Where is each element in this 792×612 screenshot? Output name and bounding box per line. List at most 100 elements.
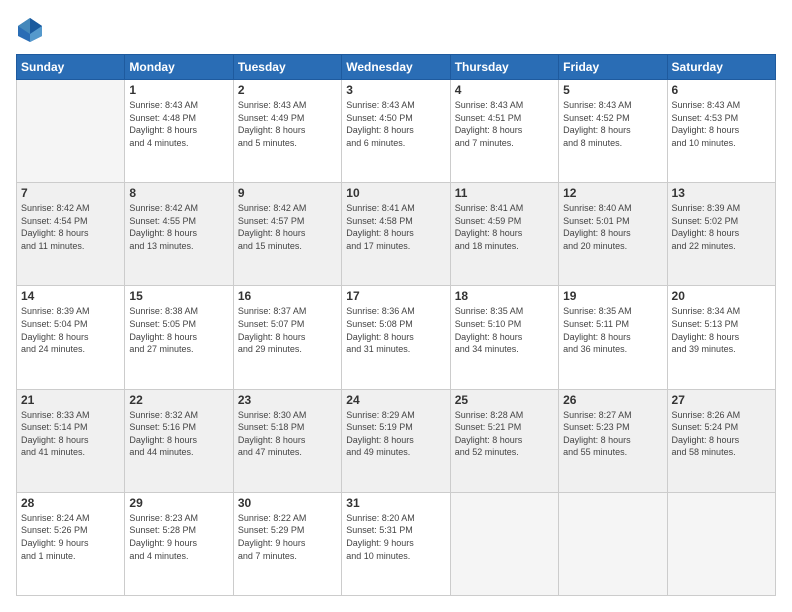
day-info: Sunrise: 8:43 AM Sunset: 4:49 PM Dayligh… [238, 99, 337, 149]
calendar-cell: 9Sunrise: 8:42 AM Sunset: 4:57 PM Daylig… [233, 183, 341, 286]
day-number: 2 [238, 83, 337, 97]
calendar-cell: 17Sunrise: 8:36 AM Sunset: 5:08 PM Dayli… [342, 286, 450, 389]
day-number: 23 [238, 393, 337, 407]
column-header-thursday: Thursday [450, 55, 558, 80]
calendar-cell: 6 Sunrise: 8:43 AM Sunset: 4:53 PM Daylig… [667, 80, 775, 183]
day-number: 19 [563, 289, 662, 303]
day-number: 15 [129, 289, 228, 303]
day-number: 31 [346, 496, 445, 510]
day-info: Sunrise: 8:23 AM Sunset: 5:28 PM Dayligh… [129, 512, 228, 562]
day-info: Sunrise: 8:43 AM Sunset: 4:53 PM Dayligh… [672, 99, 771, 149]
calendar-cell: 21 Sunrise: 8:33 AM Sunset: 5:14 PM Dayli… [17, 389, 125, 492]
day-info: Sunrise: 8:41 AM Sunset: 4:58 PM Dayligh… [346, 202, 445, 252]
day-number: 16 [238, 289, 337, 303]
day-number: 18 [455, 289, 554, 303]
day-number: 25 [455, 393, 554, 407]
calendar-cell: 14 Sunrise: 8:39 AM Sunset: 5:04 PM Dayli… [17, 286, 125, 389]
day-info: Sunrise: 8:42 AM Sunset: 4:57 PM Dayligh… [238, 202, 337, 252]
day-number: 5 [563, 83, 662, 97]
calendar-cell: 18 Sunrise: 8:35 AM Sunset: 5:10 PM Dayli… [450, 286, 558, 389]
day-info: Sunrise: 8:43 AM Sunset: 4:52 PM Dayligh… [563, 99, 662, 149]
day-info: Sunrise: 8:24 AM Sunset: 5:26 PM Dayligh… [21, 512, 120, 562]
calendar-cell: 30 Sunrise: 8:22 AM Sunset: 5:29 PM Dayli… [233, 492, 341, 595]
day-info: Sunrise: 8:41 AM Sunset: 4:59 PM Dayligh… [455, 202, 554, 252]
column-header-wednesday: Wednesday [342, 55, 450, 80]
calendar-cell: 25Sunrise: 8:28 AM Sunset: 5:21 PM Dayli… [450, 389, 558, 492]
calendar-cell: 23 Sunrise: 8:30 AM Sunset: 5:18 PM Dayli… [233, 389, 341, 492]
calendar-cell: 29 Sunrise: 8:23 AM Sunset: 5:28 PM Dayli… [125, 492, 233, 595]
day-info: Sunrise: 8:33 AM Sunset: 5:14 PM Dayligh… [21, 409, 120, 459]
calendar-week-row: 1 Sunrise: 8:43 AM Sunset: 4:48 PM Daylig… [17, 80, 776, 183]
calendar-cell [17, 80, 125, 183]
calendar-cell: 31 Sunrise: 8:20 AM Sunset: 5:31 PM Dayli… [342, 492, 450, 595]
day-info: Sunrise: 8:27 AM Sunset: 5:23 PM Dayligh… [563, 409, 662, 459]
calendar-week-row: 14 Sunrise: 8:39 AM Sunset: 5:04 PM Dayli… [17, 286, 776, 389]
day-info: Sunrise: 8:20 AM Sunset: 5:31 PM Dayligh… [346, 512, 445, 562]
day-info: Sunrise: 8:38 AM Sunset: 5:05 PM Dayligh… [129, 305, 228, 355]
calendar-cell: 11 Sunrise: 8:41 AM Sunset: 4:59 PM Dayli… [450, 183, 558, 286]
day-info: Sunrise: 8:39 AM Sunset: 5:04 PM Dayligh… [21, 305, 120, 355]
calendar-cell: 12 Sunrise: 8:40 AM Sunset: 5:01 PM Dayli… [559, 183, 667, 286]
column-header-monday: Monday [125, 55, 233, 80]
column-header-friday: Friday [559, 55, 667, 80]
calendar-cell [667, 492, 775, 595]
calendar-cell: 5 Sunrise: 8:43 AM Sunset: 4:52 PM Daylig… [559, 80, 667, 183]
logo-icon [16, 16, 44, 44]
day-info: Sunrise: 8:43 AM Sunset: 4:48 PM Dayligh… [129, 99, 228, 149]
calendar-cell: 7 Sunrise: 8:42 AM Sunset: 4:54 PM Daylig… [17, 183, 125, 286]
day-info: Sunrise: 8:42 AM Sunset: 4:55 PM Dayligh… [129, 202, 228, 252]
calendar-cell: 27Sunrise: 8:26 AM Sunset: 5:24 PM Dayli… [667, 389, 775, 492]
calendar-cell: 20 Sunrise: 8:34 AM Sunset: 5:13 PM Dayli… [667, 286, 775, 389]
calendar-cell: 16 Sunrise: 8:37 AM Sunset: 5:07 PM Dayli… [233, 286, 341, 389]
day-info: Sunrise: 8:22 AM Sunset: 5:29 PM Dayligh… [238, 512, 337, 562]
day-info: Sunrise: 8:32 AM Sunset: 5:16 PM Dayligh… [129, 409, 228, 459]
day-number: 29 [129, 496, 228, 510]
day-number: 12 [563, 186, 662, 200]
day-number: 11 [455, 186, 554, 200]
day-number: 10 [346, 186, 445, 200]
day-number: 20 [672, 289, 771, 303]
calendar-cell: 28Sunrise: 8:24 AM Sunset: 5:26 PM Dayli… [17, 492, 125, 595]
day-info: Sunrise: 8:29 AM Sunset: 5:19 PM Dayligh… [346, 409, 445, 459]
day-number: 30 [238, 496, 337, 510]
day-info: Sunrise: 8:43 AM Sunset: 4:50 PM Dayligh… [346, 99, 445, 149]
calendar-cell: 3Sunrise: 8:43 AM Sunset: 4:50 PM Daylig… [342, 80, 450, 183]
calendar-table: SundayMondayTuesdayWednesdayThursdayFrid… [16, 54, 776, 596]
calendar-week-row: 28Sunrise: 8:24 AM Sunset: 5:26 PM Dayli… [17, 492, 776, 595]
calendar-cell: 2 Sunrise: 8:43 AM Sunset: 4:49 PM Daylig… [233, 80, 341, 183]
day-number: 21 [21, 393, 120, 407]
day-info: Sunrise: 8:30 AM Sunset: 5:18 PM Dayligh… [238, 409, 337, 459]
calendar-cell: 15 Sunrise: 8:38 AM Sunset: 5:05 PM Dayli… [125, 286, 233, 389]
calendar-week-row: 7 Sunrise: 8:42 AM Sunset: 4:54 PM Daylig… [17, 183, 776, 286]
day-number: 7 [21, 186, 120, 200]
calendar-week-row: 21 Sunrise: 8:33 AM Sunset: 5:14 PM Dayli… [17, 389, 776, 492]
column-header-sunday: Sunday [17, 55, 125, 80]
day-number: 27 [672, 393, 771, 407]
column-header-saturday: Saturday [667, 55, 775, 80]
calendar-cell: 19 Sunrise: 8:35 AM Sunset: 5:11 PM Dayli… [559, 286, 667, 389]
day-number: 1 [129, 83, 228, 97]
day-number: 17 [346, 289, 445, 303]
day-number: 22 [129, 393, 228, 407]
calendar-cell: 10 Sunrise: 8:41 AM Sunset: 4:58 PM Dayli… [342, 183, 450, 286]
calendar-cell [450, 492, 558, 595]
day-number: 14 [21, 289, 120, 303]
day-number: 8 [129, 186, 228, 200]
day-info: Sunrise: 8:40 AM Sunset: 5:01 PM Dayligh… [563, 202, 662, 252]
day-info: Sunrise: 8:39 AM Sunset: 5:02 PM Dayligh… [672, 202, 771, 252]
page: SundayMondayTuesdayWednesdayThursdayFrid… [0, 0, 792, 612]
calendar-cell [559, 492, 667, 595]
day-number: 24 [346, 393, 445, 407]
day-info: Sunrise: 8:34 AM Sunset: 5:13 PM Dayligh… [672, 305, 771, 355]
day-info: Sunrise: 8:35 AM Sunset: 5:11 PM Dayligh… [563, 305, 662, 355]
day-info: Sunrise: 8:42 AM Sunset: 4:54 PM Dayligh… [21, 202, 120, 252]
header [16, 16, 776, 44]
calendar-header-row: SundayMondayTuesdayWednesdayThursdayFrid… [17, 55, 776, 80]
calendar-cell: 8 Sunrise: 8:42 AM Sunset: 4:55 PM Daylig… [125, 183, 233, 286]
day-info: Sunrise: 8:35 AM Sunset: 5:10 PM Dayligh… [455, 305, 554, 355]
calendar-cell: 22 Sunrise: 8:32 AM Sunset: 5:16 PM Dayli… [125, 389, 233, 492]
day-number: 26 [563, 393, 662, 407]
logo [16, 16, 48, 44]
day-info: Sunrise: 8:37 AM Sunset: 5:07 PM Dayligh… [238, 305, 337, 355]
day-number: 6 [672, 83, 771, 97]
